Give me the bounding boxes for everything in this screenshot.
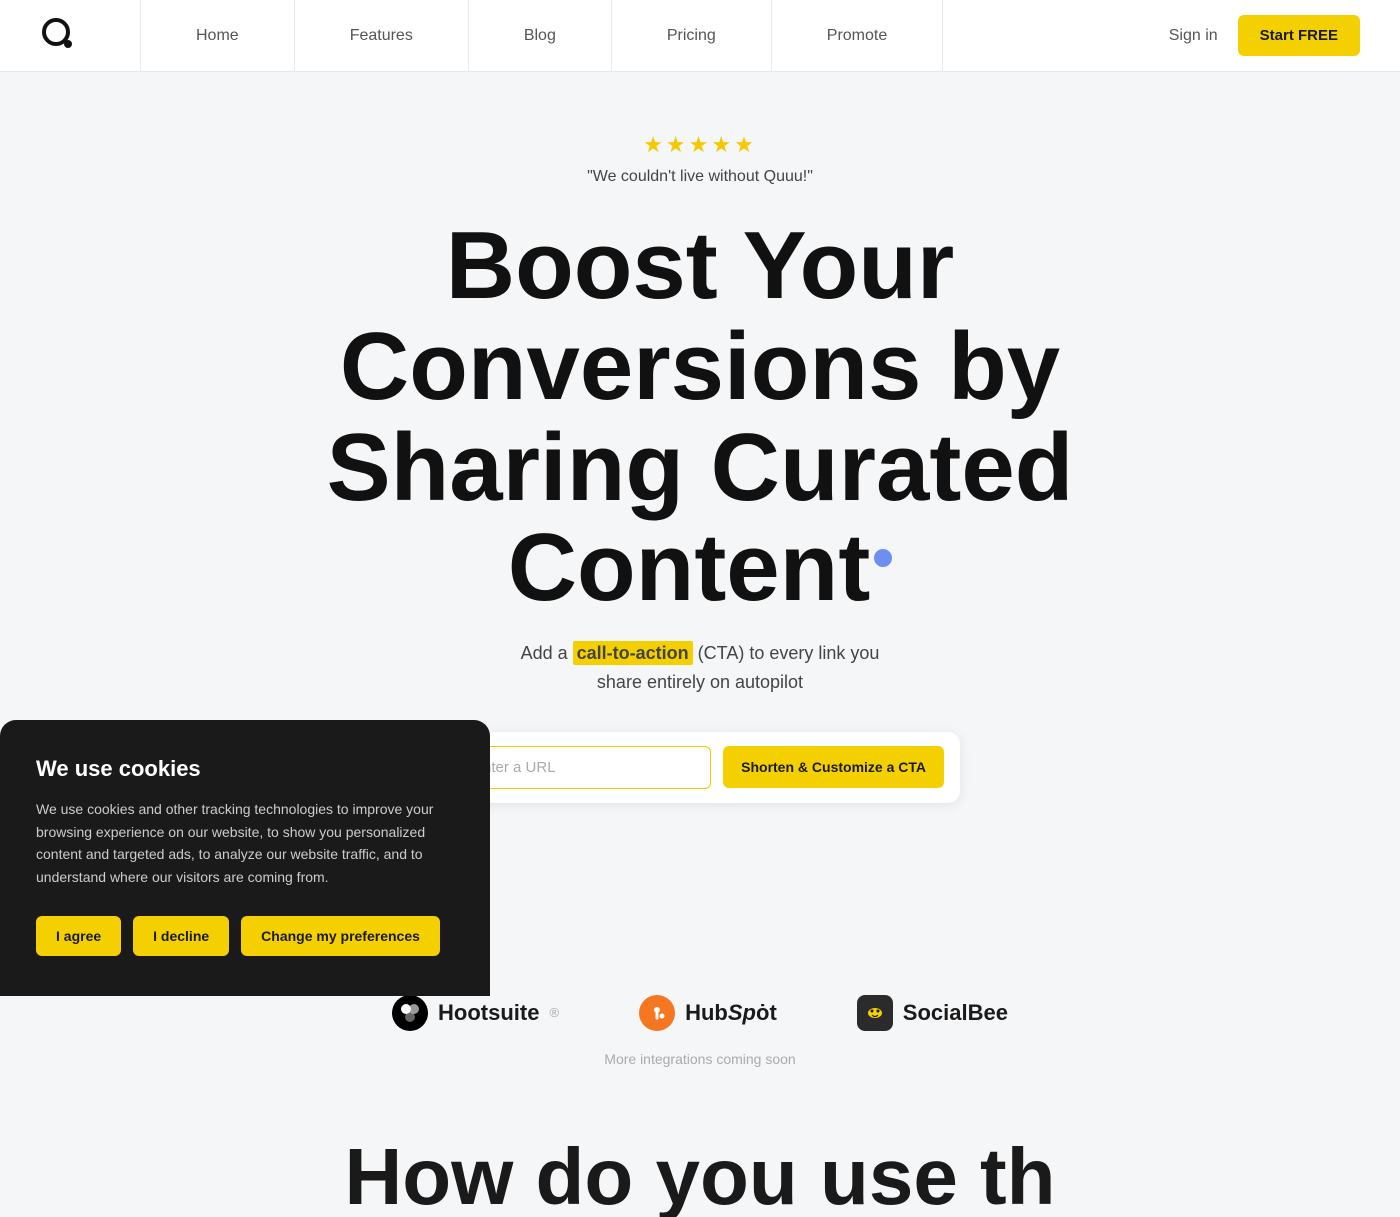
logo[interactable]: [40, 16, 80, 56]
hero-title: Boost Your Conversions by Sharing Curate…: [150, 216, 1250, 619]
cta-highlight: call-to-action: [573, 641, 693, 665]
cookie-agree-button[interactable]: I agree: [36, 916, 121, 956]
nav-promote[interactable]: Promote: [772, 0, 943, 72]
start-free-button[interactable]: Start FREE: [1238, 15, 1360, 56]
cookie-body: We use cookies and other tracking techno…: [36, 798, 454, 888]
cookie-buttons: I agree I decline Change my preferences: [36, 916, 454, 956]
navbar: Home Features Blog Pricing Promote Sign …: [0, 0, 1400, 72]
blue-dot-decoration: [874, 549, 892, 567]
shorten-button[interactable]: Shorten & Customize a CTA: [723, 746, 944, 788]
url-form: Shorten & Customize a CTA: [440, 732, 960, 803]
cookie-preferences-button[interactable]: Change my preferences: [241, 916, 440, 956]
hootsuite-icon: [392, 995, 428, 1031]
nav-blog[interactable]: Blog: [469, 0, 612, 72]
hootsuite-logo: Hootsuite ®: [392, 995, 559, 1031]
more-integrations-text: More integrations coming soon: [40, 1051, 1360, 1067]
nav-right: Sign in Start FREE: [1169, 15, 1360, 56]
bottom-peek-text: How do you use th: [40, 1137, 1360, 1217]
url-input[interactable]: [456, 746, 711, 789]
hootsuite-label: Hootsuite: [438, 1000, 539, 1026]
nav-home[interactable]: Home: [140, 0, 295, 72]
hero-title-line1: Boost Your Conversions by: [340, 212, 1060, 420]
hubspot-icon: [639, 995, 675, 1031]
hubspot-label: HubSpȯt: [685, 1000, 777, 1026]
subtitle-prefix: Add a: [521, 643, 573, 663]
nav-links: Home Features Blog Pricing Promote: [140, 0, 1169, 72]
bottom-section: How do you use th: [0, 1107, 1400, 1217]
testimonial-text: "We couldn't live without Quuu!": [587, 168, 813, 186]
star-rating: ★★★★★: [643, 132, 757, 158]
integrations-logos: Hootsuite ® HubSpȯt: [40, 995, 1360, 1031]
socialbee-logo: SocialBee: [857, 995, 1008, 1031]
sign-in-link[interactable]: Sign in: [1169, 27, 1218, 45]
hero-title-line2: Sharing Curated Content: [327, 414, 1074, 622]
socialbee-icon: [857, 995, 893, 1031]
hero-subtitle: Add a call-to-action (CTA) to every link…: [521, 639, 880, 697]
hubspot-logo: HubSpȯt: [639, 995, 777, 1031]
socialbee-label: SocialBee: [903, 1000, 1008, 1026]
nav-features[interactable]: Features: [295, 0, 469, 72]
cookie-title: We use cookies: [36, 756, 454, 782]
cookie-banner: We use cookies We use cookies and other …: [0, 720, 490, 996]
cookie-decline-button[interactable]: I decline: [133, 916, 229, 956]
nav-pricing[interactable]: Pricing: [612, 0, 772, 72]
